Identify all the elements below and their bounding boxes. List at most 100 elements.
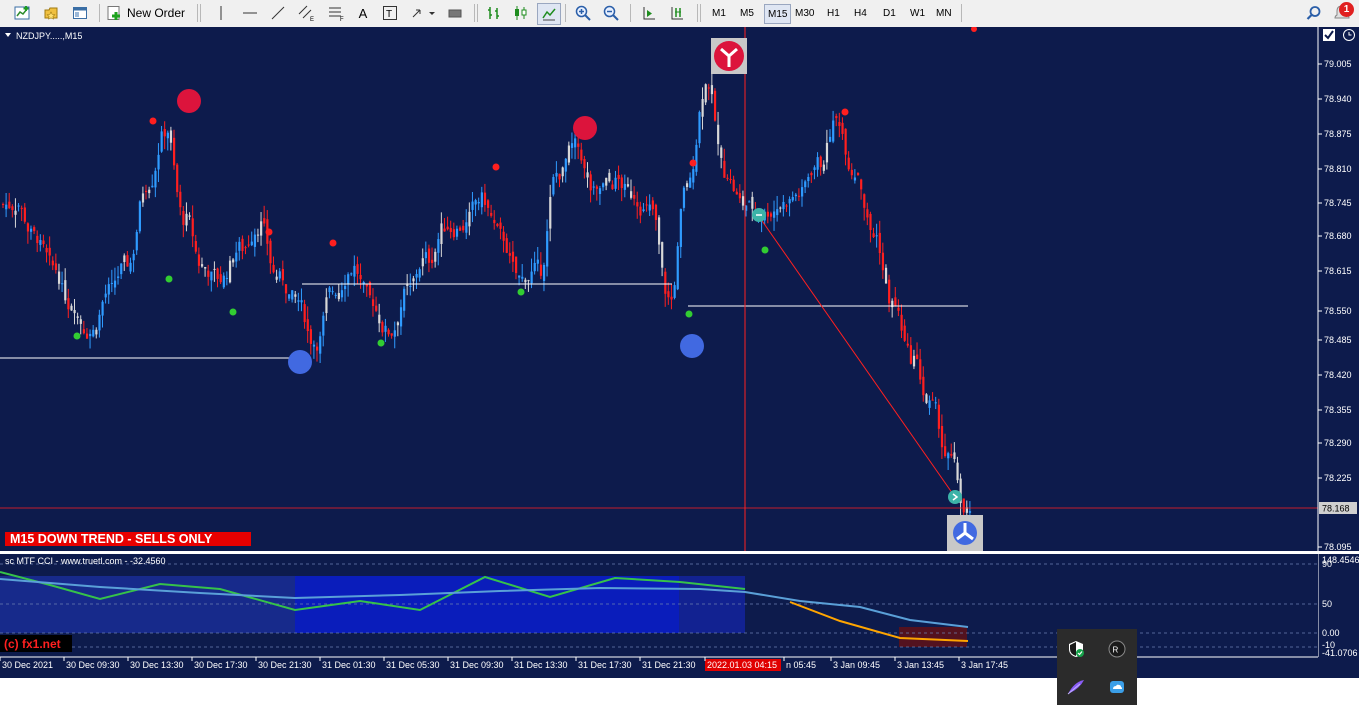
candle-body bbox=[459, 227, 462, 231]
candle-body bbox=[148, 189, 151, 194]
candle-body bbox=[281, 268, 285, 281]
svg-text:F: F bbox=[340, 17, 344, 22]
candle-body bbox=[306, 319, 309, 332]
swing-high-marker bbox=[177, 89, 201, 113]
candle-body bbox=[17, 205, 20, 207]
time-tick-label: 30 Dec 13:30 bbox=[130, 660, 184, 670]
media-icon[interactable]: R bbox=[1106, 638, 1128, 660]
window-icon[interactable] bbox=[69, 3, 91, 23]
candle-body bbox=[455, 228, 459, 237]
candle-body bbox=[126, 255, 129, 267]
time-tick-label: 30 Dec 17:30 bbox=[194, 660, 248, 670]
candle-body bbox=[735, 191, 738, 195]
candle-body bbox=[782, 201, 785, 210]
text-label-icon[interactable]: T bbox=[380, 3, 400, 23]
search-icon[interactable] bbox=[1303, 3, 1325, 23]
zoom-out-icon[interactable] bbox=[600, 3, 622, 23]
price-tick-label: 78.875 bbox=[1324, 129, 1352, 139]
candlestick-icon[interactable] bbox=[510, 3, 532, 23]
horizontal-line-icon[interactable] bbox=[240, 3, 260, 23]
timeframe-d1[interactable]: D1 bbox=[880, 4, 899, 22]
time-tick-label: 31 Dec 05:30 bbox=[386, 660, 440, 670]
shield-check-icon[interactable] bbox=[1065, 638, 1087, 660]
candle-body bbox=[474, 200, 477, 205]
candle-body bbox=[45, 247, 48, 253]
candle-body bbox=[773, 211, 776, 218]
time-tick-label: 3 Jan 09:45 bbox=[833, 660, 880, 670]
new-order-button[interactable]: New Order bbox=[106, 3, 190, 23]
timeframe-w1[interactable]: W1 bbox=[907, 4, 928, 22]
candle-body bbox=[900, 314, 903, 331]
price-tick-label: 78.550 bbox=[1324, 306, 1352, 316]
shapes-icon[interactable] bbox=[445, 3, 465, 23]
candle-body bbox=[779, 207, 782, 209]
copyright-label: (c) fx1.net bbox=[4, 637, 61, 651]
candle-body bbox=[36, 235, 39, 244]
candle-body bbox=[950, 453, 953, 456]
timeframe-h1[interactable]: H1 bbox=[824, 4, 843, 22]
panel-separator[interactable] bbox=[0, 551, 1359, 554]
candle-body bbox=[732, 179, 735, 192]
trendline-icon[interactable] bbox=[268, 3, 288, 23]
candle-body bbox=[642, 209, 645, 212]
cloud-icon[interactable] bbox=[1106, 676, 1128, 698]
candle-body bbox=[384, 325, 387, 332]
candle-body bbox=[309, 329, 312, 344]
timeframe-m30[interactable]: M30 bbox=[792, 4, 817, 22]
cursor-line-icon[interactable] bbox=[211, 3, 231, 23]
candle-body bbox=[791, 197, 794, 201]
bar-chart-icon[interactable] bbox=[483, 3, 505, 23]
candle-body bbox=[169, 130, 173, 143]
candle-body bbox=[356, 264, 359, 274]
zoom-in-icon[interactable] bbox=[572, 3, 594, 23]
candle-body bbox=[502, 231, 505, 241]
candle-body bbox=[194, 241, 197, 252]
timeframe-h4[interactable]: H4 bbox=[851, 4, 870, 22]
candle-body bbox=[947, 453, 950, 459]
candle-body bbox=[944, 446, 947, 457]
candle-body bbox=[70, 305, 73, 311]
feather-icon[interactable] bbox=[1065, 676, 1087, 698]
profiles-icon[interactable] bbox=[40, 3, 62, 23]
candle-body bbox=[648, 204, 651, 211]
candle-body bbox=[685, 183, 689, 187]
candle-body bbox=[598, 188, 602, 194]
candle-body bbox=[64, 280, 67, 301]
line-chart-icon[interactable] bbox=[537, 3, 561, 25]
candle-body bbox=[11, 206, 14, 211]
candle-body bbox=[232, 259, 235, 263]
candle-body bbox=[633, 194, 636, 199]
candle-body bbox=[835, 115, 838, 119]
text-icon[interactable]: A bbox=[353, 3, 373, 23]
timeframe-m15[interactable]: M15 bbox=[764, 4, 792, 24]
timeframe-m1[interactable]: M1 bbox=[709, 4, 729, 22]
candle-body bbox=[319, 336, 322, 354]
candle-body bbox=[934, 402, 937, 404]
timeframe-m5[interactable]: M5 bbox=[737, 4, 757, 22]
candle-body bbox=[645, 204, 648, 206]
candle-body bbox=[141, 193, 145, 203]
candle-body bbox=[521, 276, 524, 279]
timeframe-mn[interactable]: MN bbox=[933, 4, 955, 22]
arrows-dropdown-icon[interactable] bbox=[408, 3, 438, 23]
chart-shift-icon[interactable] bbox=[666, 3, 688, 23]
chart-window[interactable]: 79.005 78.940 78.875 78.810 78.745 78.680 78.6… bbox=[0, 27, 1359, 705]
new-chart-icon[interactable] bbox=[11, 3, 33, 23]
candle-body bbox=[542, 264, 546, 281]
candle-body bbox=[832, 120, 835, 142]
candle-body bbox=[347, 274, 350, 285]
candle-body bbox=[316, 346, 319, 351]
candle-body bbox=[39, 239, 42, 245]
candle-body bbox=[337, 293, 340, 300]
autoscroll-icon[interactable] bbox=[638, 3, 660, 23]
candle-body bbox=[471, 201, 474, 210]
notifications-icon[interactable]: 1 bbox=[1330, 2, 1356, 23]
price-tick-label: 78.355 bbox=[1324, 405, 1352, 415]
candle-body bbox=[219, 274, 222, 283]
candle-body bbox=[110, 282, 114, 284]
candle-body bbox=[452, 229, 456, 238]
fibonacci-icon[interactable]: F bbox=[325, 3, 347, 23]
candle-body bbox=[179, 191, 182, 208]
candle-body bbox=[657, 217, 661, 245]
equidistant-channel-icon[interactable]: E bbox=[295, 3, 317, 23]
